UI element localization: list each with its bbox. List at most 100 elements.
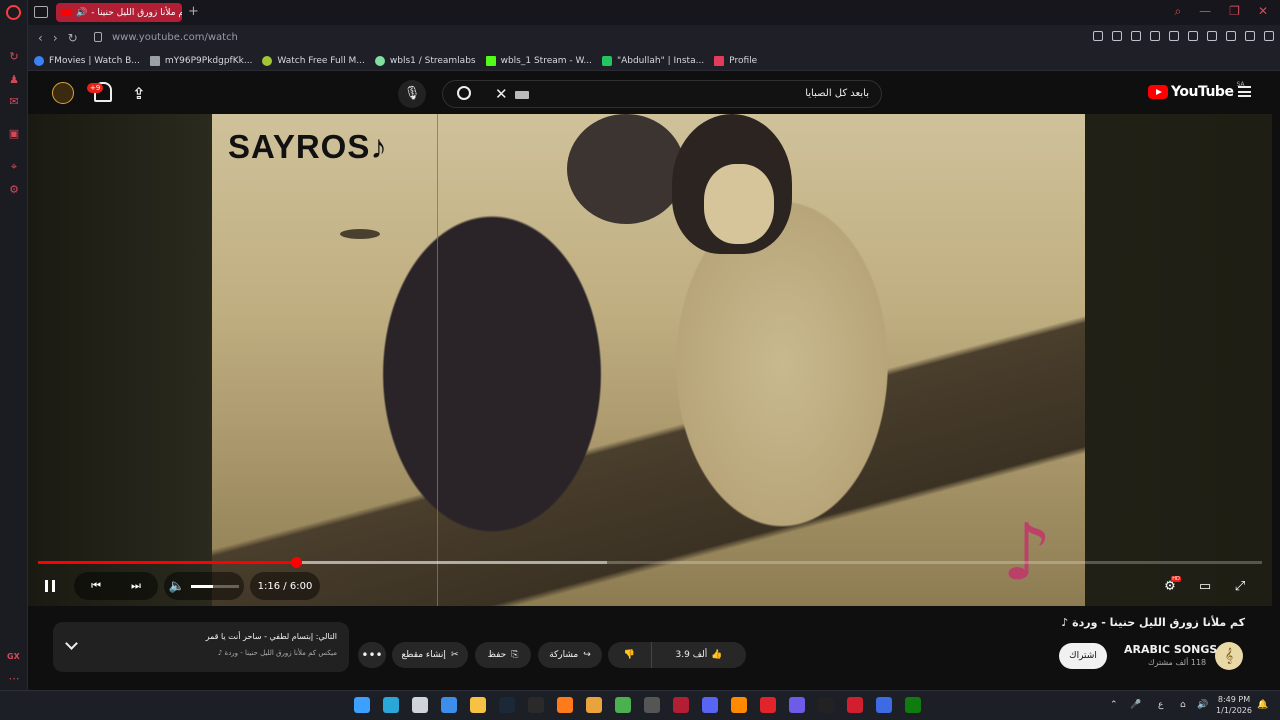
account-avatar[interactable]	[52, 82, 74, 104]
fullscreen-button[interactable]: ⤢	[1228, 572, 1252, 600]
video-frame[interactable]: SAYROS♪ ♪	[212, 114, 1085, 606]
microphone-tray-icon[interactable]: 🎤	[1130, 700, 1141, 710]
back-icon[interactable]: ‹	[38, 31, 43, 45]
sidebar-pin-icon[interactable]: ⌖	[7, 160, 21, 174]
app-blue-icon[interactable]	[876, 697, 892, 713]
progress-bar[interactable]	[38, 557, 1262, 568]
xbox-icon[interactable]	[905, 697, 921, 713]
dislike-button[interactable]: 👎	[608, 642, 652, 668]
explorer-icon[interactable]	[470, 697, 486, 713]
obs-icon[interactable]	[644, 697, 660, 713]
time-display[interactable]: 1:16 / 6:00	[250, 572, 320, 600]
sidebar-twitch-icon[interactable]: ▣	[7, 127, 21, 141]
keyboard-icon[interactable]	[515, 91, 529, 99]
epic-icon[interactable]	[528, 697, 544, 713]
opera-gx-icon[interactable]	[673, 697, 689, 713]
bookmark-item[interactable]: wbls_1 Stream - W...	[485, 55, 592, 66]
channel-name[interactable]: ARABIC SONGS	[1124, 643, 1217, 656]
pause-button[interactable]	[36, 572, 64, 600]
search-query[interactable]: بابعد كل الصبايا	[805, 88, 869, 99]
menu-icon[interactable]	[1264, 31, 1274, 41]
player-icon[interactable]	[1188, 31, 1198, 41]
sidebar-more-icon[interactable]: ⋯	[7, 672, 21, 686]
previous-icon[interactable]: ⏮	[91, 579, 101, 593]
soundcloud-icon[interactable]	[557, 697, 573, 713]
bookmark-item[interactable]: Profile	[714, 55, 757, 66]
volume-icon[interactable]: 🔈	[169, 579, 185, 594]
guide-menu-icon[interactable]	[1238, 86, 1251, 97]
app-red-2-icon[interactable]	[847, 697, 863, 713]
store-icon[interactable]	[441, 697, 457, 713]
volume-slider[interactable]	[191, 584, 240, 588]
create-upload-icon[interactable]: ⇪	[132, 84, 145, 103]
sidebar-social-icon[interactable]: ♟	[7, 73, 21, 87]
share-button[interactable]: مشاركة ↪	[538, 642, 602, 668]
clip-button[interactable]: إنشاء مقطع ✂	[392, 642, 468, 668]
forward-icon[interactable]: ›	[53, 31, 58, 45]
snapshot-icon[interactable]	[1131, 31, 1141, 41]
youtube-logo[interactable]: YouTube SA	[1148, 81, 1244, 100]
subscribe-button[interactable]: اشتراك	[1059, 643, 1107, 669]
notification-bell-icon[interactable]: 🔔	[1257, 700, 1268, 710]
bookmark-item[interactable]: wbls1 / Streamlabs	[374, 55, 476, 66]
bookmark-item[interactable]: mY96P9PkdgpfKk...	[149, 55, 252, 66]
capcut-icon[interactable]	[818, 697, 834, 713]
settings-button[interactable]: ⚙ HD	[1158, 572, 1182, 600]
bookmark-item[interactable]: FMovies | Watch B...	[34, 55, 140, 66]
clear-search-icon[interactable]: ✕	[495, 85, 508, 103]
sidebar-settings-icon[interactable]: ⚙	[7, 183, 21, 197]
speaker-icon[interactable]: 🔊	[76, 8, 87, 18]
theater-mode-button[interactable]: ▭	[1193, 572, 1217, 600]
settings-icon[interactable]	[412, 697, 428, 713]
minimize-icon[interactable]: —	[1199, 4, 1211, 19]
active-tab[interactable]: 🔊 (58) كم ملأنا زورق الليل حنينا -	[56, 3, 182, 22]
voice-search-mic-icon[interactable]: 🎙	[398, 80, 426, 108]
more-actions-button[interactable]: •••	[358, 642, 386, 668]
zoom-icon[interactable]	[1093, 31, 1103, 41]
app-red-icon[interactable]	[760, 697, 776, 713]
sidebar-messenger-icon[interactable]: ✉	[7, 95, 21, 109]
steam-icon[interactable]	[499, 697, 515, 713]
new-tab-button[interactable]: +	[188, 4, 199, 19]
vlc-icon[interactable]	[731, 697, 747, 713]
reload-icon[interactable]: ↻	[68, 31, 78, 45]
edge-icon[interactable]	[383, 697, 399, 713]
pin-icon[interactable]	[1112, 31, 1122, 41]
channel-avatar[interactable]: 𝄞	[1215, 642, 1243, 670]
up-next-card[interactable]: التالي: إبتسام لطفي - ساحر أنت يا قمر مي…	[53, 622, 349, 672]
gx-label[interactable]: GX	[7, 652, 20, 661]
chrome-icon[interactable]	[586, 697, 602, 713]
next-icon[interactable]: ⏭	[131, 579, 141, 593]
vpn-icon[interactable]	[1150, 31, 1160, 41]
language-indicator[interactable]: ع	[1158, 700, 1163, 710]
profile-icon[interactable]	[1226, 31, 1236, 41]
url-field[interactable]: www.youtube.com/watch	[112, 32, 238, 43]
close-icon[interactable]: ✕	[1258, 4, 1268, 19]
taskbar-clock[interactable]: 8:49 PM 1/1/2026	[1214, 694, 1254, 716]
sidebar-history-icon[interactable]: ↻	[7, 50, 21, 64]
bookmark-item[interactable]: Watch Free Full M...	[262, 55, 365, 66]
chevron-down-icon[interactable]	[65, 637, 78, 650]
search-icon[interactable]	[457, 86, 471, 100]
translate-icon[interactable]	[1169, 31, 1179, 41]
chrome-2-icon[interactable]	[615, 697, 631, 713]
heart-icon[interactable]	[1207, 31, 1217, 41]
windows-start-icon[interactable]	[354, 697, 370, 713]
volume-tray-icon[interactable]: 🔊	[1197, 700, 1208, 710]
tray-overflow-icon[interactable]: ⌃	[1110, 700, 1118, 710]
download-icon[interactable]	[1245, 31, 1255, 41]
tab-list-icon[interactable]	[34, 6, 48, 18]
volume-control[interactable]: 🔈	[164, 572, 244, 600]
discord-icon[interactable]	[702, 697, 718, 713]
save-button[interactable]: حفظ ⎘	[475, 642, 531, 668]
video-player[interactable]: SAYROS♪ ♪ ⏮ ⏭ 🔈 1:16 / 6:00 ⚙ HD ▭ ⤢	[28, 114, 1272, 606]
opera-logo-icon[interactable]	[6, 5, 21, 20]
network-icon[interactable]: ⌂	[1180, 700, 1186, 710]
maximize-icon[interactable]: ❐	[1229, 4, 1240, 19]
bookmark-item[interactable]: "Abdullah" | Insta...	[601, 55, 704, 66]
app-purple-icon[interactable]	[789, 697, 805, 713]
like-button[interactable]: 3.9 ألف 👍	[652, 642, 746, 668]
search-tabs-icon[interactable]: ⌕	[1174, 4, 1181, 19]
search-input[interactable]: ✕ بابعد كل الصبايا	[442, 80, 882, 108]
lock-icon[interactable]	[94, 32, 102, 42]
